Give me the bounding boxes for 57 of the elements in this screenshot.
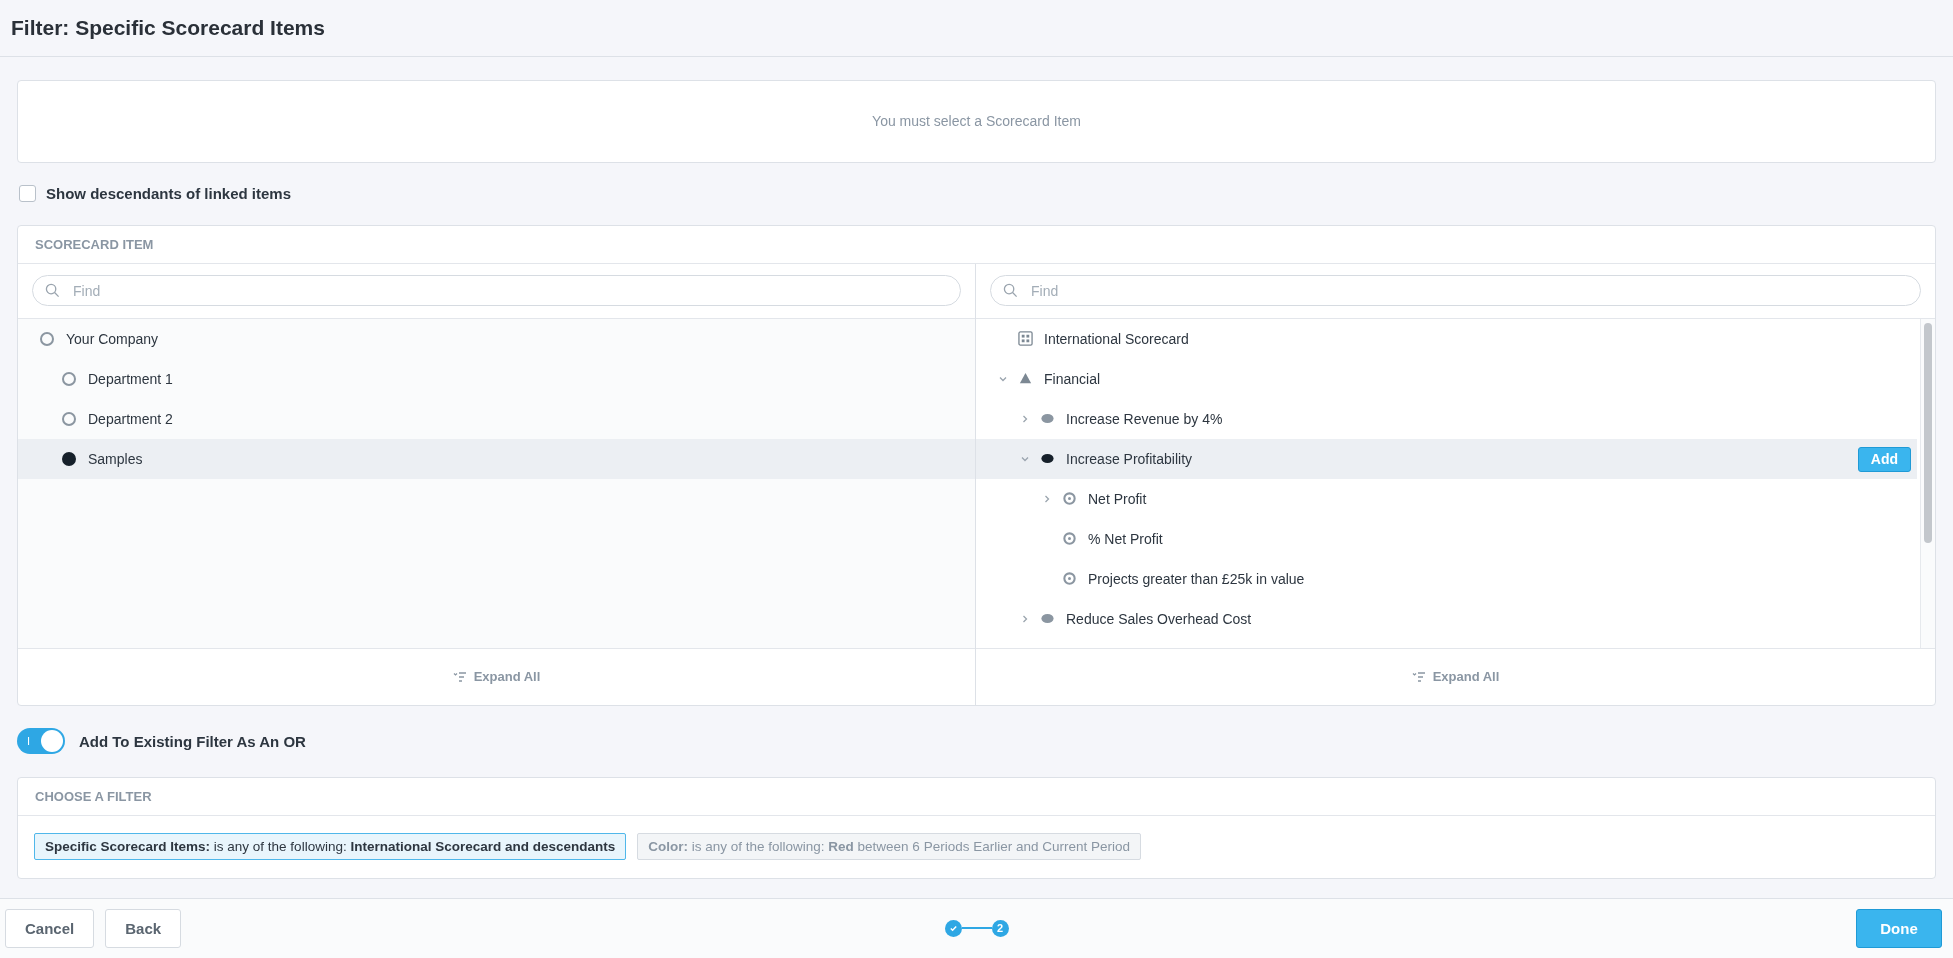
toggle-label: Add To Existing Filter As An OR xyxy=(79,732,306,750)
search-icon xyxy=(1003,283,1018,298)
tree-item[interactable]: Projects greater than £25k in value xyxy=(976,558,1917,599)
tree-item[interactable]: Financial xyxy=(976,358,1917,399)
radio-icon xyxy=(62,371,76,386)
search-field[interactable]: Find xyxy=(32,275,961,306)
tree-item[interactable]: Increase Profitability Add xyxy=(976,438,1917,479)
oval-icon xyxy=(1040,611,1055,626)
item-label: % Net Profit xyxy=(1088,530,1163,547)
footer-button[interactable]: Cancel xyxy=(5,908,95,948)
page-title: Filter: Specific Scorecard Items xyxy=(11,15,325,40)
item-label: Financial xyxy=(1044,370,1101,387)
search-icon xyxy=(45,283,60,298)
grid-icon xyxy=(1018,331,1033,346)
item-label: Department 2 xyxy=(88,410,173,427)
item-label: Increase Profitability xyxy=(1066,450,1193,467)
item-label: Reduce Sales Overhead Cost xyxy=(1066,610,1252,627)
tree-item[interactable]: Net Profit xyxy=(976,478,1917,519)
tree-item[interactable]: Reduce Sales Overhead Cost xyxy=(976,598,1917,639)
item-label: International Scorecard xyxy=(1044,330,1189,347)
chevron-right-icon[interactable] xyxy=(1042,493,1052,504)
chevron-right-icon[interactable] xyxy=(1020,613,1030,624)
tree-item[interactable]: Samples xyxy=(18,438,975,479)
item-label: Department 1 xyxy=(88,370,173,387)
tree-item[interactable]: Department 2 xyxy=(18,398,975,439)
item-label: Increase Revenue by 4% xyxy=(1066,410,1223,427)
oval-icon xyxy=(1040,411,1055,426)
tree-item[interactable]: Department 1 xyxy=(18,358,975,399)
tree-item[interactable]: Your Company xyxy=(18,318,975,359)
checkbox-label: Show descendants of linked items xyxy=(46,185,292,202)
panel-heading: SCORECARD ITEM xyxy=(35,236,154,252)
target-icon xyxy=(1062,531,1077,546)
step-indicator: 2 xyxy=(991,919,1009,937)
expand-icon xyxy=(452,671,467,682)
footer-button[interactable]: Back xyxy=(105,908,182,948)
panel-heading: CHOOSE A FILTER xyxy=(35,788,152,804)
item-label: Samples xyxy=(88,450,143,467)
message-text: You must select a Scorecard Item xyxy=(872,113,1081,129)
item-label: Projects greater than £25k in value xyxy=(1088,570,1305,587)
expand-icon xyxy=(1411,671,1426,682)
radio-icon xyxy=(62,451,76,466)
triangle-icon xyxy=(1018,371,1033,386)
item-label: Your Company xyxy=(66,330,159,347)
radio-icon xyxy=(40,331,54,346)
filter-chip[interactable]: Specific Scorecard Items: is any of the following: International Scorecard and descendants xyxy=(34,833,627,860)
target-icon xyxy=(1062,491,1077,506)
tree-item[interactable]: Increase Revenue by 4% xyxy=(976,398,1917,439)
oval-icon xyxy=(1040,451,1055,466)
radio-icon xyxy=(62,411,76,426)
search-field[interactable]: Find xyxy=(990,275,1921,306)
checkbox[interactable] xyxy=(19,185,36,202)
target-icon xyxy=(1062,571,1077,586)
tree-item[interactable]: % Net Profit xyxy=(976,518,1917,559)
item-label: Net Profit xyxy=(1088,490,1147,507)
tree-item[interactable]: International Scorecard xyxy=(976,318,1917,359)
chevron-right-icon[interactable] xyxy=(1020,413,1030,424)
scrollbar[interactable] xyxy=(1920,318,1935,648)
